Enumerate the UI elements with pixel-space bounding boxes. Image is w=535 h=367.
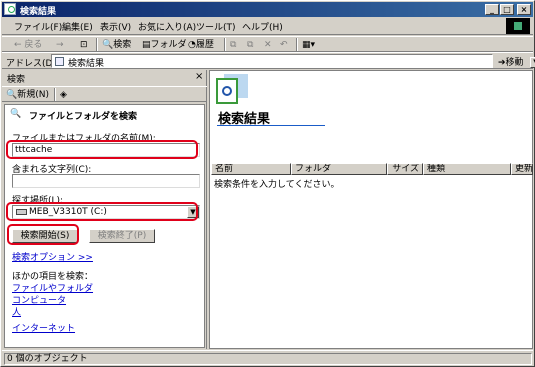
search-options-link[interactable]: 検索オプション >>	[12, 250, 93, 263]
filename-input[interactable]: tttcache	[12, 143, 200, 157]
folders-toggle-label: フォルダ	[150, 40, 187, 50]
history-toggle-label: 履歴	[195, 40, 214, 50]
new-search-button[interactable]: 🔍新規(N)	[6, 88, 49, 102]
search-results-banner-icon	[216, 74, 248, 106]
search-assistant-icon[interactable]: ◈	[60, 88, 67, 102]
location-select[interactable]: MEB_V3310T (C:) ▼	[12, 205, 200, 219]
search-form: 🔍 ファイルとフォルダを検索 ファイルまたはフォルダの名前(M): tttcac…	[4, 104, 205, 348]
copy-to-icon[interactable]: ⧉	[247, 38, 253, 52]
search-pane: 検索 × 🔍新規(N) ◈ 🔍 ファイルとフォルダを検索 ファイルまたはフォルダ…	[2, 70, 207, 349]
back-button[interactable]: ← 戻る	[14, 38, 42, 52]
menu-help[interactable]: ヘルプ(H)	[242, 20, 283, 33]
results-message: 検索条件を入力してください。	[214, 180, 340, 190]
title-bar[interactable]: 検索結果 _ □ ×	[2, 2, 533, 17]
go-button[interactable]: ➔移動	[498, 55, 524, 68]
address-value: 検索結果	[68, 59, 105, 69]
new-search-label: 新規(N)	[17, 90, 49, 100]
search-pane-title: 検索	[7, 75, 26, 85]
forward-button[interactable]: →	[56, 38, 64, 52]
results-pane: 検索結果 名前 フォルダ サイズ 種類 更新日 検索条件を入力してください。	[209, 70, 533, 349]
search-toggle-button[interactable]: 🔍検索	[102, 38, 131, 52]
close-button[interactable]: ×	[517, 4, 531, 15]
menu-file[interactable]: ファイル(F)	[14, 20, 62, 33]
magnifier-icon: 🔍	[102, 40, 114, 50]
maximize-button[interactable]: □	[500, 4, 514, 15]
search-pane-header: 検索 ×	[2, 70, 207, 85]
search-toggle-label: 検索	[113, 40, 132, 50]
go-label: 移動	[505, 58, 524, 68]
menu-bar: ファイル(F) 編集(E) 表示(V) お気に入り(A) ツール(T) ヘルプ(…	[2, 18, 533, 35]
search-pane-toolbar: 🔍新規(N) ◈	[2, 86, 207, 102]
go-arrow-icon: ➔	[498, 58, 506, 68]
views-menu-icon[interactable]: ▦▾	[302, 38, 315, 52]
search-window-icon	[4, 3, 16, 15]
folders-toggle-button[interactable]: ▤フォルダ	[142, 38, 187, 52]
results-list-header: 名前 フォルダ サイズ 種類 更新日	[211, 163, 533, 175]
search-files-icon: 🔍	[10, 109, 22, 119]
menu-view[interactable]: 表示(V)	[100, 20, 131, 33]
standard-toolbar: ← 戻る → ⊡ 🔍検索 ▤フォルダ ◔履歴 ⧉ ⧉ ✕ ↶ ▦▾	[2, 36, 533, 52]
address-input[interactable]: 検索結果 ▼	[51, 54, 535, 69]
status-bar: 0 個のオブジェクト	[2, 350, 533, 365]
column-modified[interactable]: 更新日	[511, 163, 533, 175]
stop-search-button[interactable]: 検索終了(P)	[89, 229, 155, 243]
containing-text-input[interactable]	[12, 174, 200, 188]
column-type[interactable]: 種類	[423, 163, 511, 175]
menu-edit[interactable]: 編集(E)	[62, 20, 93, 33]
toolbar-separator	[224, 38, 226, 51]
drive-icon	[16, 209, 27, 215]
column-name[interactable]: 名前	[211, 163, 291, 175]
location-dropdown-icon[interactable]: ▼	[187, 206, 199, 218]
new-search-icon: 🔍	[6, 90, 18, 100]
results-title-underline	[217, 125, 325, 126]
search-results-icon	[55, 57, 64, 66]
start-search-button[interactable]: 検索開始(S)	[12, 229, 78, 243]
search-pane-close-icon[interactable]: ×	[195, 71, 203, 82]
menu-tools[interactable]: ツール(T)	[196, 20, 236, 33]
toolbar-separator	[296, 38, 298, 51]
people-link[interactable]: 人	[12, 305, 21, 318]
up-folder-icon[interactable]: ⊡	[80, 38, 88, 52]
toolbar-separator	[54, 88, 56, 101]
history-toggle-button[interactable]: ◔履歴	[188, 38, 214, 52]
minimize-button[interactable]: _	[485, 4, 499, 15]
toolbar-separator	[96, 38, 98, 51]
folder-tree-icon: ▤	[142, 40, 151, 50]
move-to-icon[interactable]: ⧉	[230, 38, 236, 52]
column-folder[interactable]: フォルダ	[291, 163, 387, 175]
address-bar: アドレス(D) 検索結果 ▼ ➔移動	[2, 52, 535, 69]
status-text: 0 個のオブジェクト	[4, 353, 532, 365]
menu-favorites[interactable]: お気に入り(A)	[138, 20, 196, 33]
delete-icon[interactable]: ✕	[264, 38, 272, 52]
address-dropdown-icon[interactable]: ▼	[530, 57, 535, 68]
column-size[interactable]: サイズ	[387, 163, 423, 175]
windows-logo-icon	[506, 18, 530, 34]
undo-icon[interactable]: ↶	[280, 38, 288, 52]
location-value: MEB_V3310T (C:)	[29, 207, 107, 217]
search-form-heading: ファイルとフォルダを検索	[29, 112, 138, 122]
history-icon: ◔	[188, 40, 196, 50]
window-title: 検索結果	[20, 7, 57, 17]
internet-link[interactable]: インターネット	[12, 321, 75, 334]
address-label: アドレス(D)	[6, 59, 56, 69]
